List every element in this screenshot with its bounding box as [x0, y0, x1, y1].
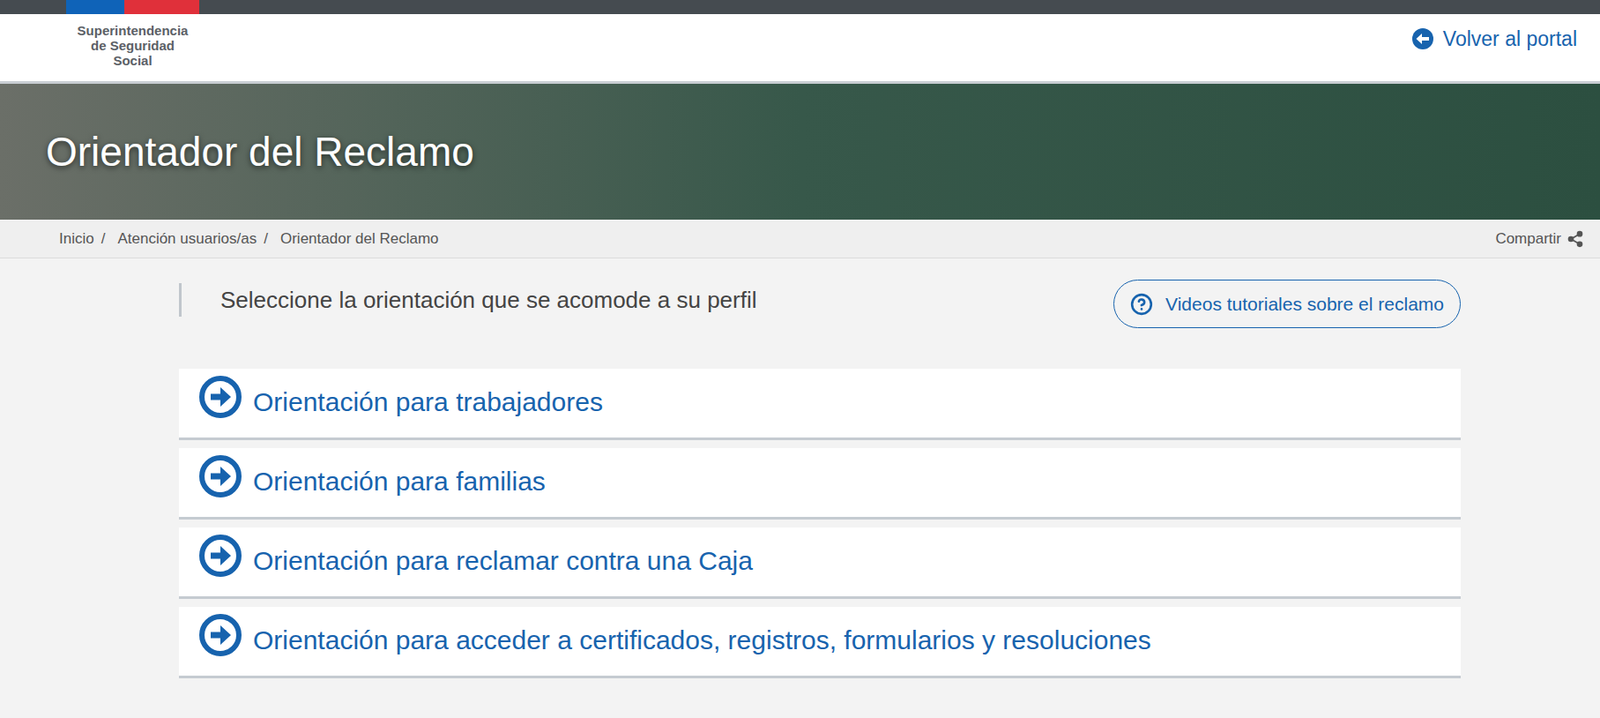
back-link[interactable]: Volver al portal [1411, 23, 1578, 73]
logo-line: de Seguridad [90, 37, 175, 53]
intro: Seleccione la orientación que se acomode… [178, 282, 758, 317]
option-label: Orientación para familias [253, 465, 546, 498]
share-icon [1566, 230, 1585, 248]
option-label: Orientación para acceder a certificados,… [253, 624, 1152, 656]
page: Superintendenciade SeguridadSocial Volver… [0, 0, 1600, 718]
breadcrumb-item[interactable]: Orientador del Reclamo [280, 227, 440, 251]
option-item[interactable]: Orientación para familias [178, 447, 1461, 520]
arrow-right-circle-icon [198, 374, 243, 419]
logo[interactable]: Superintendenciade SeguridadSocial [66, 22, 200, 74]
arrow-right-circle-icon [198, 453, 243, 499]
flag-red [124, 0, 200, 15]
back-arrow-icon [1411, 27, 1435, 51]
header: Superintendenciade SeguridadSocial Volver… [0, 14, 1600, 84]
breadcrumb: Inicio/Atención usuarios/as/Orientador d… [59, 227, 440, 251]
breadcrumb-separator: / [263, 227, 268, 251]
options-list: Orientación para trabajadores Orientación… [178, 368, 1461, 678]
option-item[interactable]: Orientación para reclamar contra una Caj… [178, 527, 1461, 599]
tutorial-button[interactable]: Videos tutoriales sobre el reclamo [1113, 279, 1461, 328]
flag-blue [66, 0, 125, 15]
breadcrumb-bar: Inicio/Atención usuarios/as/Orientador d… [0, 219, 1600, 259]
logo-line: Social [112, 52, 152, 68]
option-item[interactable]: Orientación para trabajadores [178, 368, 1461, 440]
content: Seleccione la orientación que se acomode… [178, 258, 1461, 696]
top-bar [0, 0, 1600, 15]
arrow-right-circle-icon [198, 612, 243, 657]
help-icon [1130, 292, 1154, 316]
option-label: Orientación para trabajadores [253, 386, 603, 418]
option-item[interactable]: Orientación para acceder a certificados,… [178, 606, 1461, 678]
breadcrumb-item[interactable]: Inicio [59, 227, 95, 251]
arrow-right-circle-icon [198, 533, 243, 578]
option-label: Orientación para reclamar contra una Caj… [253, 544, 753, 577]
banner-title: Orientador del Reclamo [45, 121, 475, 183]
banner: Orientador del Reclamo [0, 83, 1600, 220]
breadcrumb-item[interactable]: Atención usuarios/as [117, 227, 257, 251]
breadcrumb-separator: / [101, 227, 106, 251]
logo-line: Superintendencia [77, 22, 189, 38]
share-button[interactable]: Compartir [1495, 227, 1585, 251]
